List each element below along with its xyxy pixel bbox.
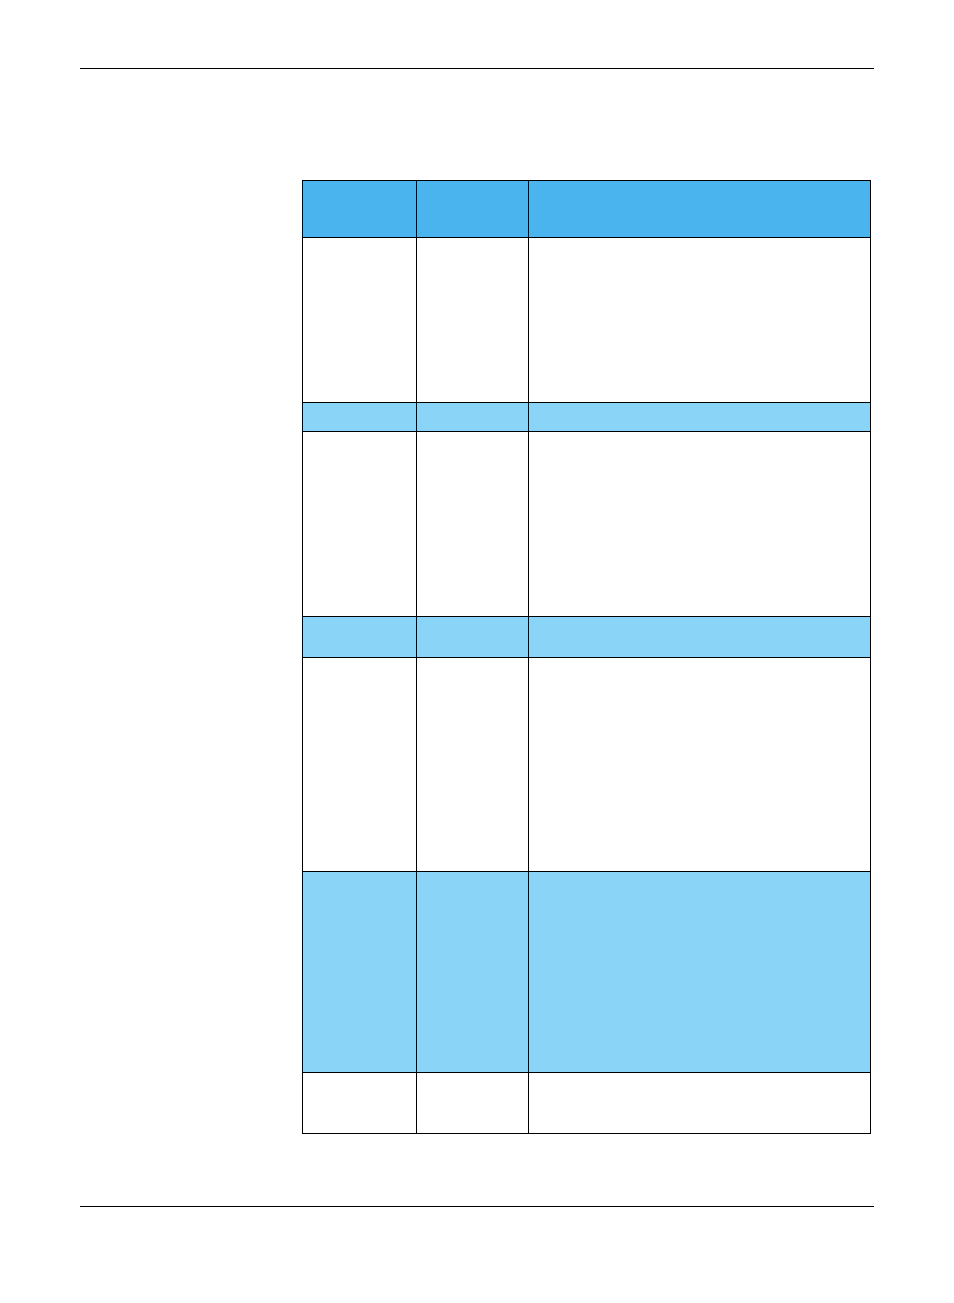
cell: [417, 617, 529, 658]
cell: [303, 1073, 417, 1134]
header-cell: [417, 181, 529, 238]
table-row: [303, 432, 871, 617]
cell: [417, 658, 529, 872]
table-row: [303, 872, 871, 1073]
cell: [529, 617, 871, 658]
cell: [303, 403, 417, 432]
header-cell: [529, 181, 871, 238]
table-row: [303, 1073, 871, 1134]
table-row: [303, 658, 871, 872]
bottom-rule: [80, 1206, 874, 1207]
table-header-row: [303, 181, 871, 238]
cell: [529, 658, 871, 872]
cell: [529, 432, 871, 617]
data-table: [302, 180, 871, 1134]
cell: [303, 238, 417, 403]
cell: [417, 238, 529, 403]
header-cell: [303, 181, 417, 238]
table-row: [303, 238, 871, 403]
cell: [303, 658, 417, 872]
table-row: [303, 617, 871, 658]
cell: [303, 617, 417, 658]
cell: [417, 872, 529, 1073]
cell: [529, 1073, 871, 1134]
cell: [529, 238, 871, 403]
cell: [417, 403, 529, 432]
cell: [303, 872, 417, 1073]
table-row: [303, 403, 871, 432]
document-page: [0, 68, 954, 1303]
cell: [529, 872, 871, 1073]
cell: [303, 432, 417, 617]
cell: [529, 403, 871, 432]
cell: [417, 1073, 529, 1134]
cell: [417, 432, 529, 617]
top-rule: [80, 68, 874, 69]
